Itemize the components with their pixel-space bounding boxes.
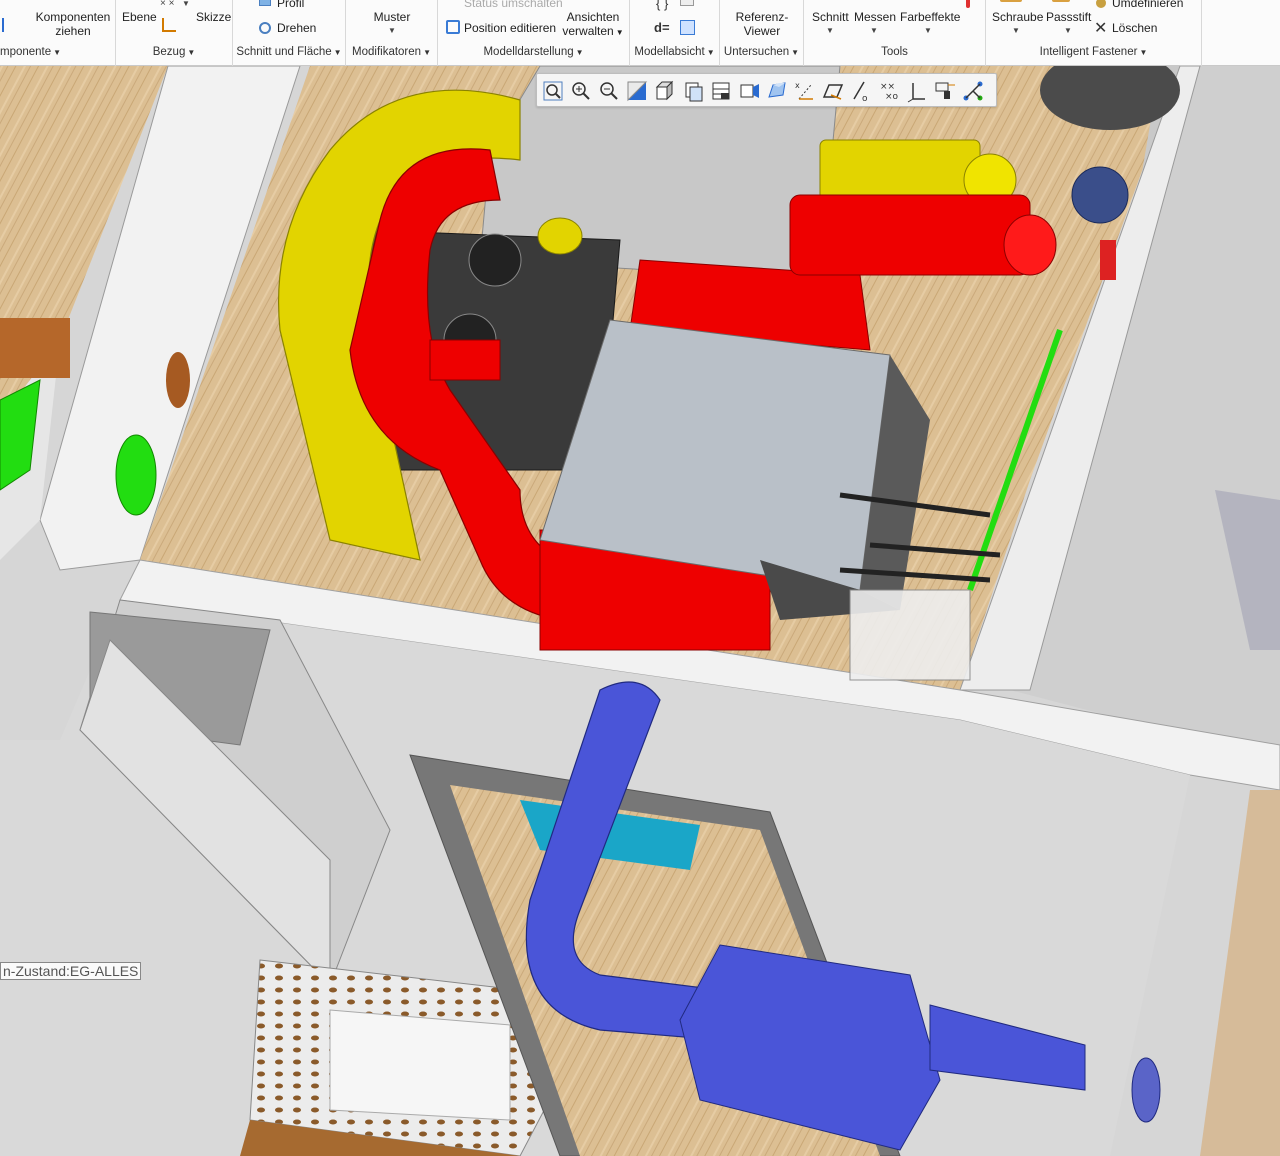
ribbon-group-title[interactable]: Tools — [804, 46, 985, 64]
display-style-icon[interactable] — [709, 79, 733, 103]
spin-center-icon[interactable] — [933, 79, 957, 103]
ebene-button[interactable]: Ebene — [122, 10, 157, 24]
relations-icon[interactable] — [680, 0, 694, 6]
brown-duct[interactable] — [0, 318, 70, 378]
ribbon-group-komponente: Komponenten ziehen mponente ▼ — [0, 0, 116, 66]
loeschen-button[interactable]: Löschen — [1112, 21, 1157, 35]
plane-display-icon[interactable] — [821, 79, 845, 103]
referenz-label-2: Viewer — [743, 24, 781, 38]
ribbon-group-title[interactable]: Bezug ▼ — [116, 46, 232, 64]
switch-dimensions-icon[interactable] — [680, 20, 695, 35]
position-edit-icon — [446, 20, 460, 34]
referenz-viewer-button[interactable]: Referenz- Viewer — [720, 10, 804, 38]
redefine-icon — [1096, 0, 1106, 8]
chevron-down-icon[interactable]: ▼ — [182, 0, 190, 8]
ribbon-group-modifikatoren: Muster ▼ Modifikatoren ▼ — [346, 0, 438, 66]
chevron-down-icon[interactable]: ▼ — [924, 26, 932, 35]
graphics-viewport[interactable]: x o ×× ×o — [0, 66, 1280, 1156]
passstift-button[interactable]: Passstift — [1046, 10, 1091, 24]
parameters-icon[interactable]: d= — [654, 20, 670, 35]
csys-display-icon[interactable]: x — [793, 79, 817, 103]
red-duct-right[interactable] — [789, 194, 1031, 276]
orientation-icon[interactable] — [653, 79, 677, 103]
status-umschalten-button[interactable]: Status umschalten — [464, 0, 563, 10]
pump[interactable] — [1071, 166, 1129, 224]
annotation-display-icon[interactable] — [765, 79, 789, 103]
ribbon-group-fastener: Schraube ▼ Passstift ▼ Umdefinieren ✕ Lö… — [986, 0, 1202, 66]
komponenten-ziehen-label-1: Komponenten — [35, 10, 111, 24]
svg-text:×o: ×o — [885, 92, 899, 102]
position-editieren-button[interactable]: Position editieren — [464, 21, 556, 35]
ansichten-label-1: Ansichten — [566, 10, 620, 24]
profil-button[interactable]: Profil — [277, 0, 304, 10]
component-icon — [2, 18, 6, 32]
point-display-icon[interactable]: ×××o — [877, 79, 901, 103]
drehen-button[interactable]: Drehen — [277, 21, 316, 35]
chevron-down-icon[interactable]: ▼ — [1012, 26, 1020, 35]
point-icon[interactable]: × × — [160, 0, 174, 9]
csys-icon[interactable] — [162, 18, 176, 32]
ansichten-label-2: verwalten ▼ — [562, 24, 624, 38]
messen-button[interactable]: Messen — [854, 10, 896, 24]
komponenten-ziehen-label-2: ziehen — [55, 24, 91, 38]
drehen-icon — [259, 22, 271, 34]
zoom-out-icon[interactable] — [597, 79, 621, 103]
schraube-button[interactable]: Schraube — [992, 10, 1043, 24]
chevron-down-icon[interactable]: ▼ — [388, 26, 396, 35]
screw-icon — [1000, 0, 1022, 2]
farbeffekte-button[interactable]: Farbeffekte — [900, 10, 960, 24]
ribbon: Komponenten ziehen mponente ▼ Ebene × × ▼… — [0, 0, 1280, 66]
profil-icon — [259, 0, 271, 6]
ribbon-group-modelldarstellung: Status umschalten Position editieren Ans… — [438, 0, 630, 66]
umdefinieren-button[interactable]: Umdefinieren — [1112, 0, 1183, 10]
csys-tag-icon[interactable] — [905, 79, 929, 103]
komponenten-ziehen-button[interactable]: Komponenten ziehen — [30, 10, 116, 38]
ribbon-group-title[interactable]: Modelldarstellung ▼ — [438, 46, 629, 64]
ribbon-group-untersuchen: Referenz- Viewer Untersuchen ▼ — [720, 0, 804, 66]
chevron-down-icon[interactable]: ▼ — [870, 26, 878, 35]
ribbon-group-title[interactable]: Modifikatoren ▼ — [346, 46, 437, 64]
ribbon-group-schnitt: Profil Drehen Schnitt und Fläche ▼ — [233, 0, 346, 66]
svg-text:x: x — [795, 81, 800, 90]
muster-button[interactable]: Muster — [346, 10, 438, 24]
skizze-button[interactable]: Skizze — [196, 10, 231, 24]
ribbon-group-title[interactable]: Intelligent Fastener ▼ — [986, 46, 1201, 64]
delete-icon: ✕ — [1094, 20, 1108, 37]
pin-icon — [966, 0, 970, 8]
chevron-down-icon[interactable]: ▼ — [1064, 26, 1072, 35]
perspective-icon[interactable] — [737, 79, 761, 103]
svg-text:××: ×× — [880, 82, 895, 92]
ribbon-group-title[interactable]: mponente ▼ — [0, 46, 115, 64]
repaint-icon[interactable] — [625, 79, 649, 103]
ribbon-group-modellabsicht: { } d= Modellabsicht ▼ — [630, 0, 720, 66]
ribbon-group-title[interactable]: Modellabsicht ▼ — [630, 46, 719, 64]
chevron-down-icon[interactable]: ▼ — [826, 26, 834, 35]
saved-views-icon[interactable] — [681, 79, 705, 103]
ansichten-verwalten-button[interactable]: Ansichten verwalten ▼ — [560, 10, 626, 40]
yellow-duct-right[interactable] — [819, 139, 981, 201]
ribbon-group-tools: Schnitt ▼ Messen ▼ Farbeffekte ▼ Tools — [804, 0, 986, 66]
axis-display-icon[interactable]: o — [849, 79, 873, 103]
svg-text:o: o — [862, 94, 868, 103]
ribbon-group-title[interactable]: Schnitt und Fläche ▼ — [233, 46, 345, 64]
model-scene[interactable] — [0, 66, 1280, 1156]
zoom-fit-icon[interactable] — [541, 79, 565, 103]
simplified-state-label: n-Zustand:EG-ALLES — [0, 962, 142, 980]
zoom-in-icon[interactable] — [569, 79, 593, 103]
referenz-label-1: Referenz- — [735, 10, 789, 24]
schnitt-button[interactable]: Schnitt — [812, 10, 849, 24]
dowel-icon — [1052, 0, 1070, 2]
ribbon-group-bezug: Ebene × × ▼ Skizze Bezug ▼ — [116, 0, 233, 66]
condensate-tank[interactable] — [849, 589, 971, 681]
flow-icon[interactable] — [961, 79, 985, 103]
graphics-toolbar: x o ×× ×o — [536, 73, 997, 107]
family-table-icon[interactable]: { } — [656, 0, 668, 11]
ribbon-group-title[interactable]: Untersuchen ▼ — [720, 46, 803, 64]
